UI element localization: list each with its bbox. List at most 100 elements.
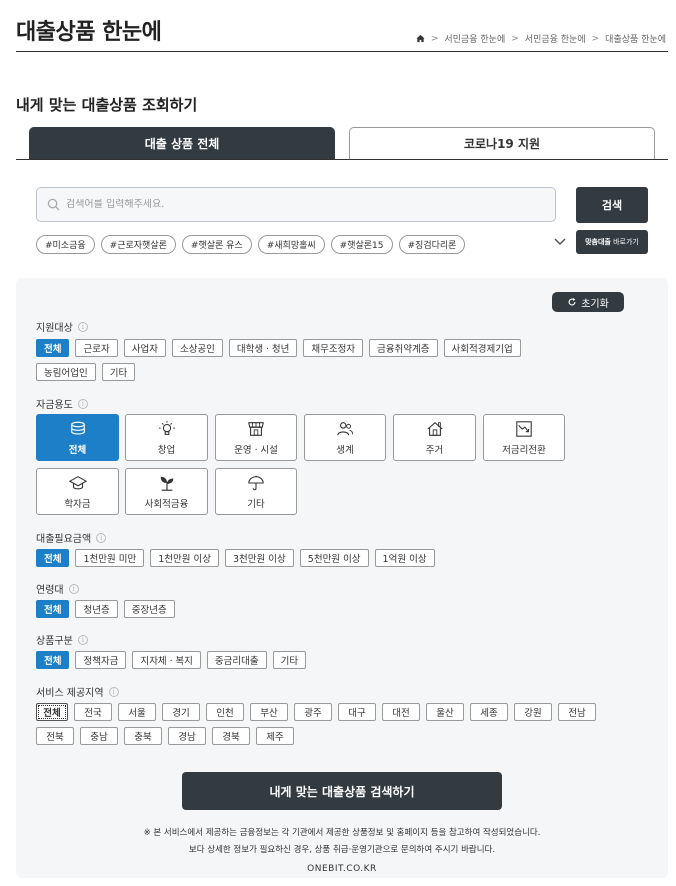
info-icon[interactable]: i	[77, 634, 88, 645]
hashtag-chip[interactable]: #미소금융	[36, 235, 95, 254]
region-option[interactable]: 부산	[250, 703, 288, 721]
breadcrumb-separator: >	[591, 33, 600, 44]
age-option[interactable]: 청년층	[75, 600, 118, 618]
region-option[interactable]: 경남	[168, 727, 206, 745]
hashtag-chip[interactable]: #징검다리론	[398, 235, 466, 254]
page-title: 대출상품 한눈에	[16, 20, 162, 45]
filter-label-text: 연령대	[36, 585, 64, 596]
purpose-option-label: 사회적금융	[144, 498, 189, 510]
tab-all-products[interactable]: 대출 상품 전체	[29, 127, 335, 159]
custom-loan-shortcut-button[interactable]: 맞춤대출 바로가기	[576, 230, 648, 254]
umbrella-icon	[248, 475, 264, 490]
region-option[interactable]: 경북	[212, 727, 250, 745]
target-option[interactable]: 근로자	[75, 339, 118, 357]
people-icon	[337, 421, 354, 435]
breadcrumb-item[interactable]: 대출상품 한눈에	[605, 32, 666, 45]
filter-label-text: 지원대상	[36, 323, 73, 334]
region-option[interactable]: 경기	[162, 703, 200, 721]
filter-label-region: 서비스 제공지역 i	[36, 684, 119, 699]
target-option[interactable]: 기타	[101, 363, 136, 381]
purpose-option-label: 기타	[247, 498, 265, 510]
target-option[interactable]: 농림어업인	[36, 363, 96, 381]
search-box[interactable]	[36, 187, 556, 222]
category-option[interactable]: 지자체ㆍ복지	[132, 651, 201, 669]
purpose-option[interactable]: 운영ㆍ시설	[215, 414, 297, 461]
notice-line: 보다 상세한 정보가 필요하신 경우, 상품 취급·운영기관으로 문의하여 주시…	[188, 845, 496, 855]
region-option-all[interactable]: 전체	[36, 703, 68, 721]
house-icon	[426, 421, 443, 436]
region-option[interactable]: 대전	[382, 703, 420, 721]
region-option[interactable]: 대구	[338, 703, 376, 721]
target-option[interactable]: 사업자	[123, 339, 166, 357]
region-option[interactable]: 제주	[256, 727, 294, 745]
hashtag-chip[interactable]: #햇살론15	[330, 235, 393, 254]
info-icon[interactable]: i	[68, 583, 79, 594]
hashtag-chip[interactable]: #새희망홀씨	[257, 235, 325, 254]
category-option-all[interactable]: 전체	[36, 651, 70, 669]
search-input[interactable]	[66, 199, 526, 210]
age-option[interactable]: 중장년층	[123, 600, 175, 618]
purpose-option[interactable]: 창업	[125, 414, 208, 461]
search-button[interactable]: 검색	[576, 187, 648, 223]
reset-button[interactable]: 초기화	[552, 292, 624, 312]
region-option[interactable]: 서울	[118, 703, 156, 721]
footer-brand: ONEBIT.CO.KR	[307, 864, 377, 874]
info-icon[interactable]: i	[77, 398, 88, 409]
target-option[interactable]: 사회적경제기업	[443, 339, 521, 357]
amount-option[interactable]: 1억원 이상	[374, 549, 435, 567]
target-option[interactable]: 금융취약계층	[369, 339, 438, 357]
purpose-option[interactable]: 학자금	[36, 468, 119, 515]
notice-line: ※ 본 서비스에서 제공하는 금융정보는 각 기관에서 제공한 상품정보 및 홈…	[143, 828, 541, 838]
amount-option[interactable]: 5천만원 이상	[299, 549, 369, 567]
amount-option[interactable]: 1천만원 이상	[150, 549, 220, 567]
category-option[interactable]: 기타	[272, 651, 307, 669]
target-option-all[interactable]: 전체	[36, 339, 70, 357]
hashtag-chip[interactable]: #근로자햇살론	[100, 235, 176, 254]
breadcrumb-item[interactable]: 서민금융 한눈에	[444, 32, 505, 45]
region-option[interactable]: 울산	[426, 703, 464, 721]
info-icon[interactable]: i	[77, 321, 88, 332]
purpose-option-label: 운영ㆍ시설	[234, 444, 278, 456]
category-option[interactable]: 중금리대출	[206, 651, 267, 669]
region-option[interactable]: 충북	[124, 727, 162, 745]
region-option[interactable]: 세종	[470, 703, 508, 721]
category-option[interactable]: 정책자금	[75, 651, 127, 669]
amount-option-all[interactable]: 전체	[36, 549, 70, 567]
region-option[interactable]: 전남	[558, 703, 596, 721]
purpose-option[interactable]: 사회적금융	[125, 468, 208, 515]
filter-label-text: 대출필요금액	[36, 534, 92, 545]
chevron-down-icon[interactable]	[553, 236, 567, 248]
age-option-all[interactable]: 전체	[36, 600, 70, 618]
purpose-option[interactable]: 생계	[304, 414, 386, 461]
purpose-option[interactable]: 저금리전환	[483, 414, 565, 461]
home-icon[interactable]	[416, 34, 425, 43]
purpose-option[interactable]: 기타	[215, 468, 297, 515]
region-option[interactable]: 인천	[206, 703, 244, 721]
coins-icon	[70, 421, 85, 435]
breadcrumb-item[interactable]: 서민금융 한눈에	[525, 32, 586, 45]
match-search-button[interactable]: 내게 맞는 대출상품 검색하기	[182, 772, 502, 810]
target-option[interactable]: 채무조정자	[303, 339, 364, 357]
filter-label-text: 서비스 제공지역	[36, 688, 104, 699]
trend-down-icon	[516, 420, 532, 437]
info-icon[interactable]: i	[96, 532, 107, 543]
purpose-option-label: 전체	[68, 444, 87, 456]
amount-option[interactable]: 1천만원 미만	[75, 549, 145, 567]
tab-covid19-support[interactable]: 코로나19 지원	[349, 127, 655, 159]
region-option[interactable]: 전국	[74, 703, 112, 721]
purpose-option[interactable]: 주거	[393, 414, 476, 461]
region-options-row2: 전북 충남 충북 경남 경북 제주	[36, 727, 294, 745]
purpose-option-all[interactable]: 전체	[36, 414, 119, 461]
refresh-icon	[568, 297, 576, 306]
target-option[interactable]: 대학생ㆍ청년	[228, 339, 298, 357]
region-option[interactable]: 강원	[514, 703, 552, 721]
shortcut-highlight: 맞춤대출	[585, 238, 611, 246]
amount-option[interactable]: 3천만원 이상	[225, 549, 294, 567]
region-option[interactable]: 전북	[36, 727, 74, 745]
info-icon[interactable]: i	[108, 686, 119, 697]
target-option[interactable]: 소상공인	[171, 339, 223, 357]
purpose-option-label: 창업	[157, 444, 176, 456]
hashtag-chip[interactable]: #햇살론 유스	[181, 235, 252, 254]
region-option[interactable]: 광주	[294, 703, 332, 721]
region-option[interactable]: 충남	[80, 727, 118, 745]
